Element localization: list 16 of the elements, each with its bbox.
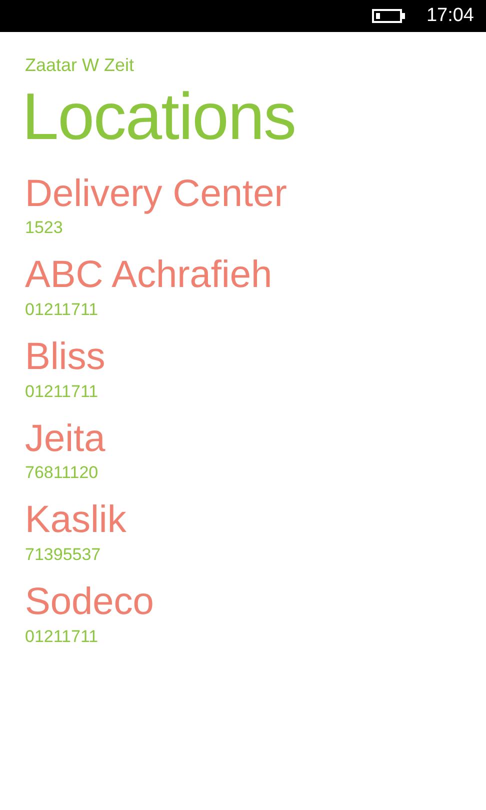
page-title: Locations bbox=[22, 80, 297, 153]
app-name: Zaatar W Zeit bbox=[25, 55, 136, 76]
location-name[interactable]: Kaslik bbox=[25, 499, 126, 544]
phone-number[interactable]: 71395537 bbox=[25, 545, 101, 566]
location-name[interactable]: Sodeco bbox=[25, 581, 154, 625]
battery-icon bbox=[372, 9, 406, 23]
phone-number[interactable]: 01211711 bbox=[25, 300, 98, 320]
phone-number[interactable]: 1523 bbox=[25, 218, 63, 238]
location-name[interactable]: Jeita bbox=[25, 418, 106, 462]
phone-number[interactable]: 01211711 bbox=[25, 626, 98, 647]
location-name[interactable]: Bliss bbox=[25, 336, 106, 380]
location-name[interactable]: ABC Achrafieh bbox=[25, 254, 272, 298]
location-name[interactable]: Delivery Center bbox=[25, 172, 287, 216]
phone-number[interactable]: 01211711 bbox=[25, 382, 98, 402]
clock-time: 17:04 bbox=[426, 5, 474, 27]
phone-number[interactable]: 76811120 bbox=[25, 463, 98, 484]
